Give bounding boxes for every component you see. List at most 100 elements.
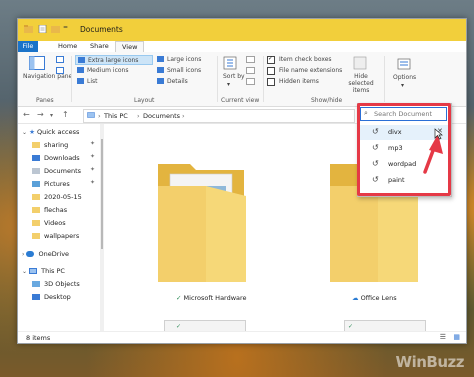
- size-columns-icon[interactable]: [246, 78, 255, 85]
- layout-extra-large-icons[interactable]: Extra large icons: [75, 55, 153, 65]
- recent-locations-icon[interactable]: ▾: [50, 112, 53, 119]
- sync-status-icon: ✓: [176, 323, 182, 330]
- pc-icon: [87, 112, 95, 118]
- ribbon-separator: [217, 56, 218, 102]
- nav-this-pc[interactable]: ⌄ This PC: [22, 265, 65, 277]
- search-icon: ⌕: [364, 109, 368, 117]
- nav-label: 3D Objects: [44, 280, 80, 288]
- breadcrumb-item[interactable]: This PC: [104, 112, 128, 120]
- nav-item[interactable]: wallpapers: [32, 230, 79, 242]
- nav-scrollbar-thumb[interactable]: [101, 139, 103, 249]
- nav-label: This PC: [41, 267, 65, 275]
- nav-item[interactable]: Pictures: [32, 178, 70, 190]
- layout-details[interactable]: Details: [157, 77, 217, 87]
- checkbox[interactable]: [267, 55, 275, 64]
- pin-icon: ✦: [90, 179, 96, 186]
- nav-item[interactable]: Documents: [32, 165, 81, 177]
- nav-item[interactable]: 2020-05-15: [32, 191, 82, 203]
- sort-by-label: Sort by: [223, 73, 245, 80]
- pc-icon: [29, 268, 38, 274]
- hidden-items-toggle[interactable]: Hidden items: [267, 78, 347, 87]
- folder-name-text: Microsoft Hardware: [183, 294, 247, 302]
- folder-name-text: Office Lens: [360, 294, 397, 302]
- chevron-down-icon: ▾: [401, 82, 405, 89]
- up-arrow-icon[interactable]: ↑: [62, 110, 69, 119]
- folder-name[interactable]: ☁ Office Lens: [352, 294, 397, 302]
- layout-label: Large icons: [167, 56, 202, 63]
- folder-item[interactable]: [156, 156, 248, 286]
- nav-item[interactable]: Desktop: [32, 291, 71, 303]
- details-pane-icon[interactable]: [56, 67, 64, 74]
- breadcrumb-separator: ›: [137, 112, 140, 120]
- folder-icon: [158, 164, 246, 282]
- checkbox-label: Hidden items: [279, 78, 319, 85]
- layout-list[interactable]: List: [77, 77, 147, 87]
- folder-name[interactable]: ✓ Microsoft Hardware: [176, 294, 247, 302]
- new-folder-icon[interactable]: [51, 25, 60, 33]
- history-icon: ↺: [372, 159, 379, 168]
- chevron-down-icon: ⌄: [22, 129, 28, 136]
- ribbon-separator: [71, 56, 72, 102]
- ribbon-view: Navigation pane Panes Extra large icons …: [18, 52, 466, 107]
- small-icons-icon: [157, 67, 164, 73]
- chevron-right-icon: ›: [22, 251, 25, 258]
- layout-large-icons[interactable]: Large icons: [155, 55, 215, 65]
- nav-item[interactable]: flechas: [32, 204, 67, 216]
- desktop-icon: [32, 294, 40, 300]
- layout-small-icons[interactable]: Small icons: [157, 66, 217, 76]
- nav-label: Pictures: [44, 180, 70, 188]
- folder-icon: [32, 142, 40, 148]
- checkbox[interactable]: [267, 67, 275, 75]
- properties-icon[interactable]: [38, 25, 47, 33]
- checkbox-label: Item check boxes: [279, 56, 332, 63]
- folder-icon: [32, 194, 40, 200]
- medium-icons-icon: [77, 67, 84, 73]
- search-input[interactable]: [374, 108, 444, 119]
- nav-item[interactable]: sharing: [32, 139, 68, 151]
- folder-icon: [32, 207, 40, 213]
- quick-access-toolbar-dropdown[interactable]: =: [63, 24, 68, 31]
- file-name-extensions-toggle[interactable]: File name extensions: [267, 67, 355, 76]
- nav-label: 2020-05-15: [44, 193, 82, 201]
- item-check-boxes-toggle[interactable]: Item check boxes: [267, 55, 347, 65]
- tab-file[interactable]: File: [18, 41, 38, 52]
- list-icon: [77, 78, 84, 84]
- group-by-icon[interactable]: [246, 56, 255, 63]
- status-bar: 8 items ☰ ▦: [18, 331, 466, 343]
- preview-pane-icon[interactable]: [56, 56, 64, 63]
- tab-home[interactable]: Home: [52, 41, 83, 52]
- add-columns-icon[interactable]: [246, 67, 255, 74]
- breadcrumb-item[interactable]: Documents: [143, 112, 180, 120]
- tab-share[interactable]: Share: [84, 41, 115, 52]
- nav-quick-access[interactable]: ⌄ ★ Quick access: [22, 126, 79, 138]
- checkbox[interactable]: [267, 78, 275, 86]
- pictures-icon: [32, 181, 40, 187]
- nav-label: sharing: [44, 141, 69, 149]
- checkbox-label: File name extensions: [279, 67, 343, 74]
- cloud-icon: [26, 251, 35, 257]
- nav-label: wallpapers: [44, 232, 80, 240]
- back-arrow-icon[interactable]: ←: [23, 110, 30, 119]
- extra-large-icons-icon: [78, 57, 85, 63]
- ribbon-tabs: File Home Share View: [18, 41, 466, 53]
- chevron-down-icon: ▾: [227, 81, 231, 88]
- show-hide-group-label: Show/hide: [311, 97, 343, 104]
- navigation-pane-label: Navigation pane: [23, 73, 73, 80]
- breadcrumb-separator: ›: [98, 112, 101, 120]
- forward-arrow-icon[interactable]: →: [37, 110, 44, 119]
- breadcrumb[interactable]: › This PC › Documents ›: [83, 109, 355, 123]
- search-box[interactable]: ⌕: [360, 107, 447, 121]
- details-view-icon[interactable]: ☰: [440, 333, 446, 341]
- nav-onedrive[interactable]: › OneDrive: [22, 248, 69, 260]
- navigation-pane: ⌄ ★ Quick access sharing ✦ Downloads ✦ D…: [18, 124, 100, 331]
- layout-medium-icons[interactable]: Medium icons: [77, 66, 147, 76]
- nav-item[interactable]: 3D Objects: [32, 278, 80, 290]
- nav-item[interactable]: Videos: [32, 217, 66, 229]
- nav-item[interactable]: Downloads: [32, 152, 80, 164]
- large-icons-view-icon[interactable]: ▦: [453, 333, 460, 341]
- history-label: paint: [388, 176, 405, 184]
- star-icon: ★: [29, 128, 35, 136]
- 3d-objects-icon: [32, 281, 40, 287]
- ribbon-separator: [384, 56, 385, 102]
- watermark: WinBuzz: [395, 353, 465, 371]
